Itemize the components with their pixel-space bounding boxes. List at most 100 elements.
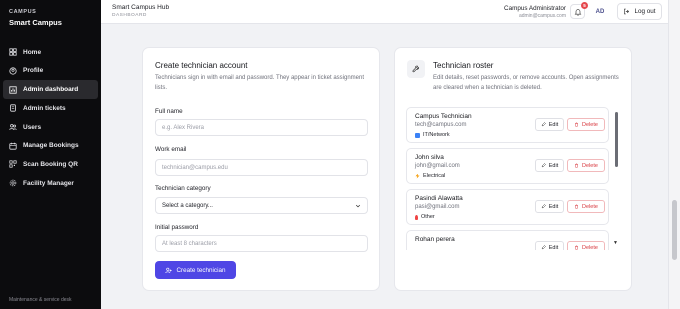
sidebar-item-label: Admin tickets xyxy=(23,104,66,112)
technician-email: pasi@gmail.com xyxy=(415,204,460,210)
chevron-down-icon xyxy=(355,204,361,208)
gear-icon xyxy=(9,179,17,187)
sidebar-item-label: Profile xyxy=(23,67,44,75)
edit-button[interactable]: Edit xyxy=(535,118,564,131)
user-name: Campus Administrator xyxy=(504,5,566,12)
delete-button[interactable]: Delete xyxy=(567,118,605,131)
delete-label: Delete xyxy=(582,121,598,128)
technician-category-label: IT/Network xyxy=(423,132,450,138)
full-name-field[interactable]: e.g. Alex Rivera xyxy=(155,119,368,136)
question-mark-icon xyxy=(415,214,418,220)
list-scroll-thumb[interactable] xyxy=(615,112,618,167)
trash-icon xyxy=(575,122,579,127)
edit-label: Edit xyxy=(548,162,559,169)
technician-category-label: Electrical xyxy=(423,173,446,179)
create-card-title: Create technician account xyxy=(155,61,248,70)
create-technician-card: Create technician account Technicians si… xyxy=(142,47,380,291)
notification-badge: 5 xyxy=(581,2,588,9)
edit-button[interactable]: Edit xyxy=(535,159,564,172)
user-email: admin@campus.com xyxy=(518,13,566,19)
scroll-down-arrow[interactable]: ▼ xyxy=(613,240,618,246)
password-label: Initial password xyxy=(155,224,199,231)
sidebar-item-admin-tickets[interactable]: Admin tickets xyxy=(3,99,98,118)
roster-card-description: Edit details, reset passwords, or remove… xyxy=(433,75,619,91)
technician-category: IT/Network xyxy=(415,132,450,138)
sidebar-item-label: Facility Manager xyxy=(23,179,74,187)
sidebar-item-label: Users xyxy=(23,123,42,131)
technician-name: John silva xyxy=(415,154,444,161)
list-item: Rohan perera Edit Delete xyxy=(406,230,609,250)
logout-button[interactable]: Log out xyxy=(617,3,662,20)
sidebar-item-users[interactable]: Users xyxy=(3,118,98,137)
full-name-label: Full name xyxy=(155,108,183,115)
roster-card-title: Technician roster xyxy=(433,61,494,70)
sidebar-item-profile[interactable]: Profile xyxy=(3,62,98,81)
technician-list[interactable]: Campus Technician tech@campus.com IT/Net… xyxy=(406,107,609,250)
delete-button[interactable]: Delete xyxy=(567,200,605,213)
list-item: Pasindi Alawatta pasi@gmail.com Other Ed… xyxy=(406,189,609,225)
edit-label: Edit xyxy=(548,244,559,251)
create-technician-label: Create technician xyxy=(176,266,226,274)
technician-email: tech@campus.com xyxy=(415,122,467,128)
sidebar-item-scan-booking-qr[interactable]: Scan Booking QR xyxy=(3,155,98,174)
technician-email: john@gmail.com xyxy=(415,163,460,169)
password-field[interactable]: At least 8 characters xyxy=(155,235,368,252)
edit-button[interactable]: Edit xyxy=(535,200,564,213)
delete-label: Delete xyxy=(582,203,598,210)
brand-kicker: CAMPUS xyxy=(9,9,37,15)
wrench-icon xyxy=(407,60,425,78)
user-plus-icon xyxy=(165,267,173,273)
delete-button[interactable]: Delete xyxy=(567,159,605,172)
password-placeholder: At least 8 characters xyxy=(162,240,217,247)
page-scrollbar[interactable] xyxy=(668,0,680,309)
create-technician-button[interactable]: Create technician xyxy=(155,261,236,279)
technician-name: Campus Technician xyxy=(415,113,472,120)
grid-icon xyxy=(9,48,17,56)
technician-category: Electrical xyxy=(415,173,445,179)
sidebar-item-admin-dashboard[interactable]: Admin dashboard xyxy=(3,80,98,99)
user-circle-icon xyxy=(9,67,17,75)
calendar-icon xyxy=(9,142,17,150)
full-name-placeholder: e.g. Alex Rivera xyxy=(162,124,205,131)
sidebar-nav: Home Profile Admin dashboard Admin ticke… xyxy=(3,43,98,193)
pencil-icon xyxy=(541,122,546,127)
work-email-field[interactable]: technician@campus.edu xyxy=(155,159,368,176)
app-title: Smart Campus Hub xyxy=(112,4,170,11)
technician-category: Other xyxy=(415,214,435,220)
delete-button[interactable]: Delete xyxy=(567,241,605,250)
technician-category-label: Other xyxy=(421,214,435,220)
list-item: John silva john@gmail.com Electrical Edi… xyxy=(406,148,609,184)
sidebar-item-label: Scan Booking QR xyxy=(23,160,78,168)
edit-label: Edit xyxy=(548,203,559,210)
edit-button[interactable]: Edit xyxy=(535,241,564,250)
bell-icon xyxy=(574,8,581,16)
pencil-icon xyxy=(541,163,546,168)
sidebar-item-label: Admin dashboard xyxy=(23,86,79,94)
technician-name: Rohan perera xyxy=(415,236,455,243)
ticket-icon xyxy=(9,104,17,112)
qr-icon xyxy=(9,160,17,168)
sidebar-item-facility-manager[interactable]: Facility Manager xyxy=(3,174,98,193)
page-subtitle: DASHBOARD xyxy=(112,12,147,18)
sidebar-item-manage-bookings[interactable]: Manage Bookings xyxy=(3,136,98,155)
page-scroll-thumb[interactable] xyxy=(672,200,677,260)
category-label: Technician category xyxy=(155,185,211,192)
category-value: Select a category... xyxy=(162,202,213,209)
lightning-icon xyxy=(415,173,420,179)
edit-label: Edit xyxy=(548,121,559,128)
users-icon xyxy=(9,123,17,131)
work-email-placeholder: technician@campus.edu xyxy=(162,164,228,171)
technician-name: Pasindi Alawatta xyxy=(415,195,463,202)
trash-icon xyxy=(575,163,579,168)
logout-label: Log out xyxy=(634,8,656,15)
work-email-label: Work email xyxy=(155,146,187,153)
avatar[interactable]: AD xyxy=(593,5,607,19)
list-scrollbar[interactable] xyxy=(615,112,618,238)
create-card-description: Technicians sign in with email and passw… xyxy=(155,75,364,91)
network-icon xyxy=(415,132,420,138)
pencil-icon xyxy=(541,204,546,209)
category-select[interactable]: Select a category... xyxy=(155,197,368,214)
pencil-icon xyxy=(541,245,546,250)
technician-roster-card: Technician roster Edit details, reset pa… xyxy=(394,47,632,291)
sidebar-item-home[interactable]: Home xyxy=(3,43,98,62)
